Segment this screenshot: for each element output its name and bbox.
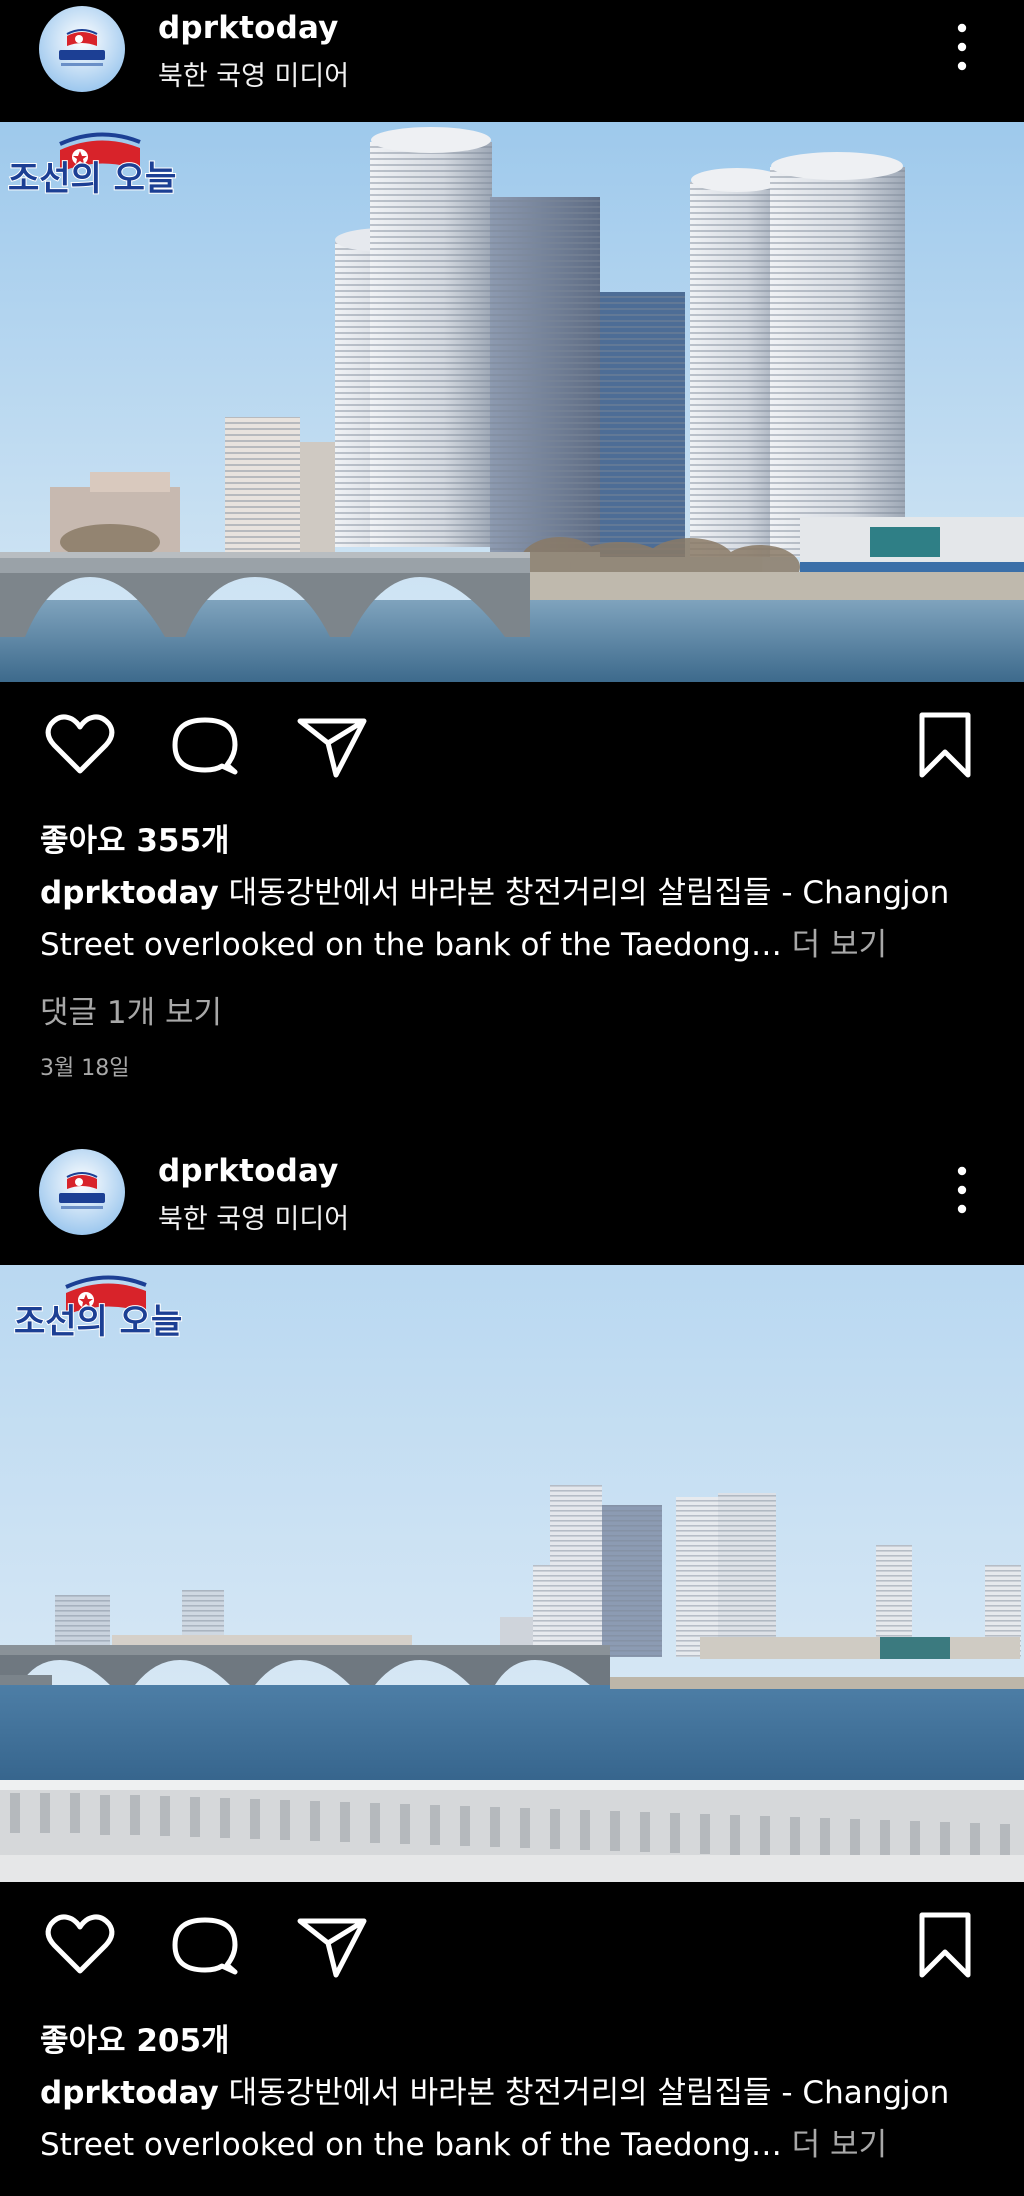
heart-icon[interactable] <box>40 1905 120 1985</box>
post-caption: dprktoday 대동강반에서 바라본 창전거리의 살림집들 - Changj… <box>40 2067 1000 2171</box>
avatar[interactable] <box>39 1149 125 1235</box>
post-username[interactable]: dprktoday <box>158 1153 339 1189</box>
bookmark-icon[interactable] <box>905 705 985 785</box>
view-comments-link[interactable]: 댓글 1개 보기 <box>40 987 222 1032</box>
post-header: dprktoday 북한 국영 미디어 <box>0 0 1024 122</box>
vertical-dots-icon[interactable] <box>940 16 984 78</box>
caption-ellipsis: … <box>750 2127 792 2163</box>
heart-icon[interactable] <box>40 705 120 785</box>
caption-text-line1: 대동강반에서 바라본 창전거리의 살림집들 - Changjon <box>218 875 950 911</box>
post-photo[interactable]: 조선의 오늘 <box>0 1265 1024 1882</box>
post-subtitle: 북한 국영 미디어 <box>158 61 350 92</box>
caption-username[interactable]: dprktoday <box>40 2075 219 2111</box>
svg-text:조선의 오늘: 조선의 오늘 <box>8 159 176 199</box>
like-count[interactable]: 좋아요 205개 <box>40 2015 230 2060</box>
speech-bubble-icon[interactable] <box>165 705 245 785</box>
caption-ellipsis: … <box>750 927 792 963</box>
paper-plane-icon[interactable] <box>292 705 372 785</box>
more-link[interactable]: 더 보기 <box>792 2127 887 2163</box>
bookmark-icon[interactable] <box>905 1905 985 1985</box>
post-header: dprktoday 북한 국영 미디어 <box>0 1143 1024 1265</box>
caption-username[interactable]: dprktoday <box>40 875 219 911</box>
caption-text-line2: Street overlooked on the bank of the Tae… <box>40 2127 751 2163</box>
caption-text-line1: 대동강반에서 바라본 창전거리의 살림집들 - Changjon <box>218 2075 950 2111</box>
post-username[interactable]: dprktoday <box>158 10 339 46</box>
more-link[interactable]: 더 보기 <box>792 927 887 963</box>
like-count[interactable]: 좋아요 355개 <box>40 815 230 860</box>
paper-plane-icon[interactable] <box>292 1905 372 1985</box>
vertical-dots-icon[interactable] <box>940 1159 984 1221</box>
caption-text-line2: Street overlooked on the bank of the Tae… <box>40 927 751 963</box>
post-actions <box>0 705 1024 785</box>
post-photo[interactable]: 조선의 오늘 <box>0 122 1024 682</box>
post-subtitle: 북한 국영 미디어 <box>158 1204 350 1235</box>
post-date: 3월 18일 <box>40 1056 130 1081</box>
avatar[interactable] <box>39 6 125 92</box>
post-actions <box>0 1905 1024 1985</box>
svg-text:조선의 오늘: 조선의 오늘 <box>14 1302 182 1342</box>
post-caption: dprktoday 대동강반에서 바라본 창전거리의 살림집들 - Changj… <box>40 867 1000 971</box>
speech-bubble-icon[interactable] <box>165 1905 245 1985</box>
